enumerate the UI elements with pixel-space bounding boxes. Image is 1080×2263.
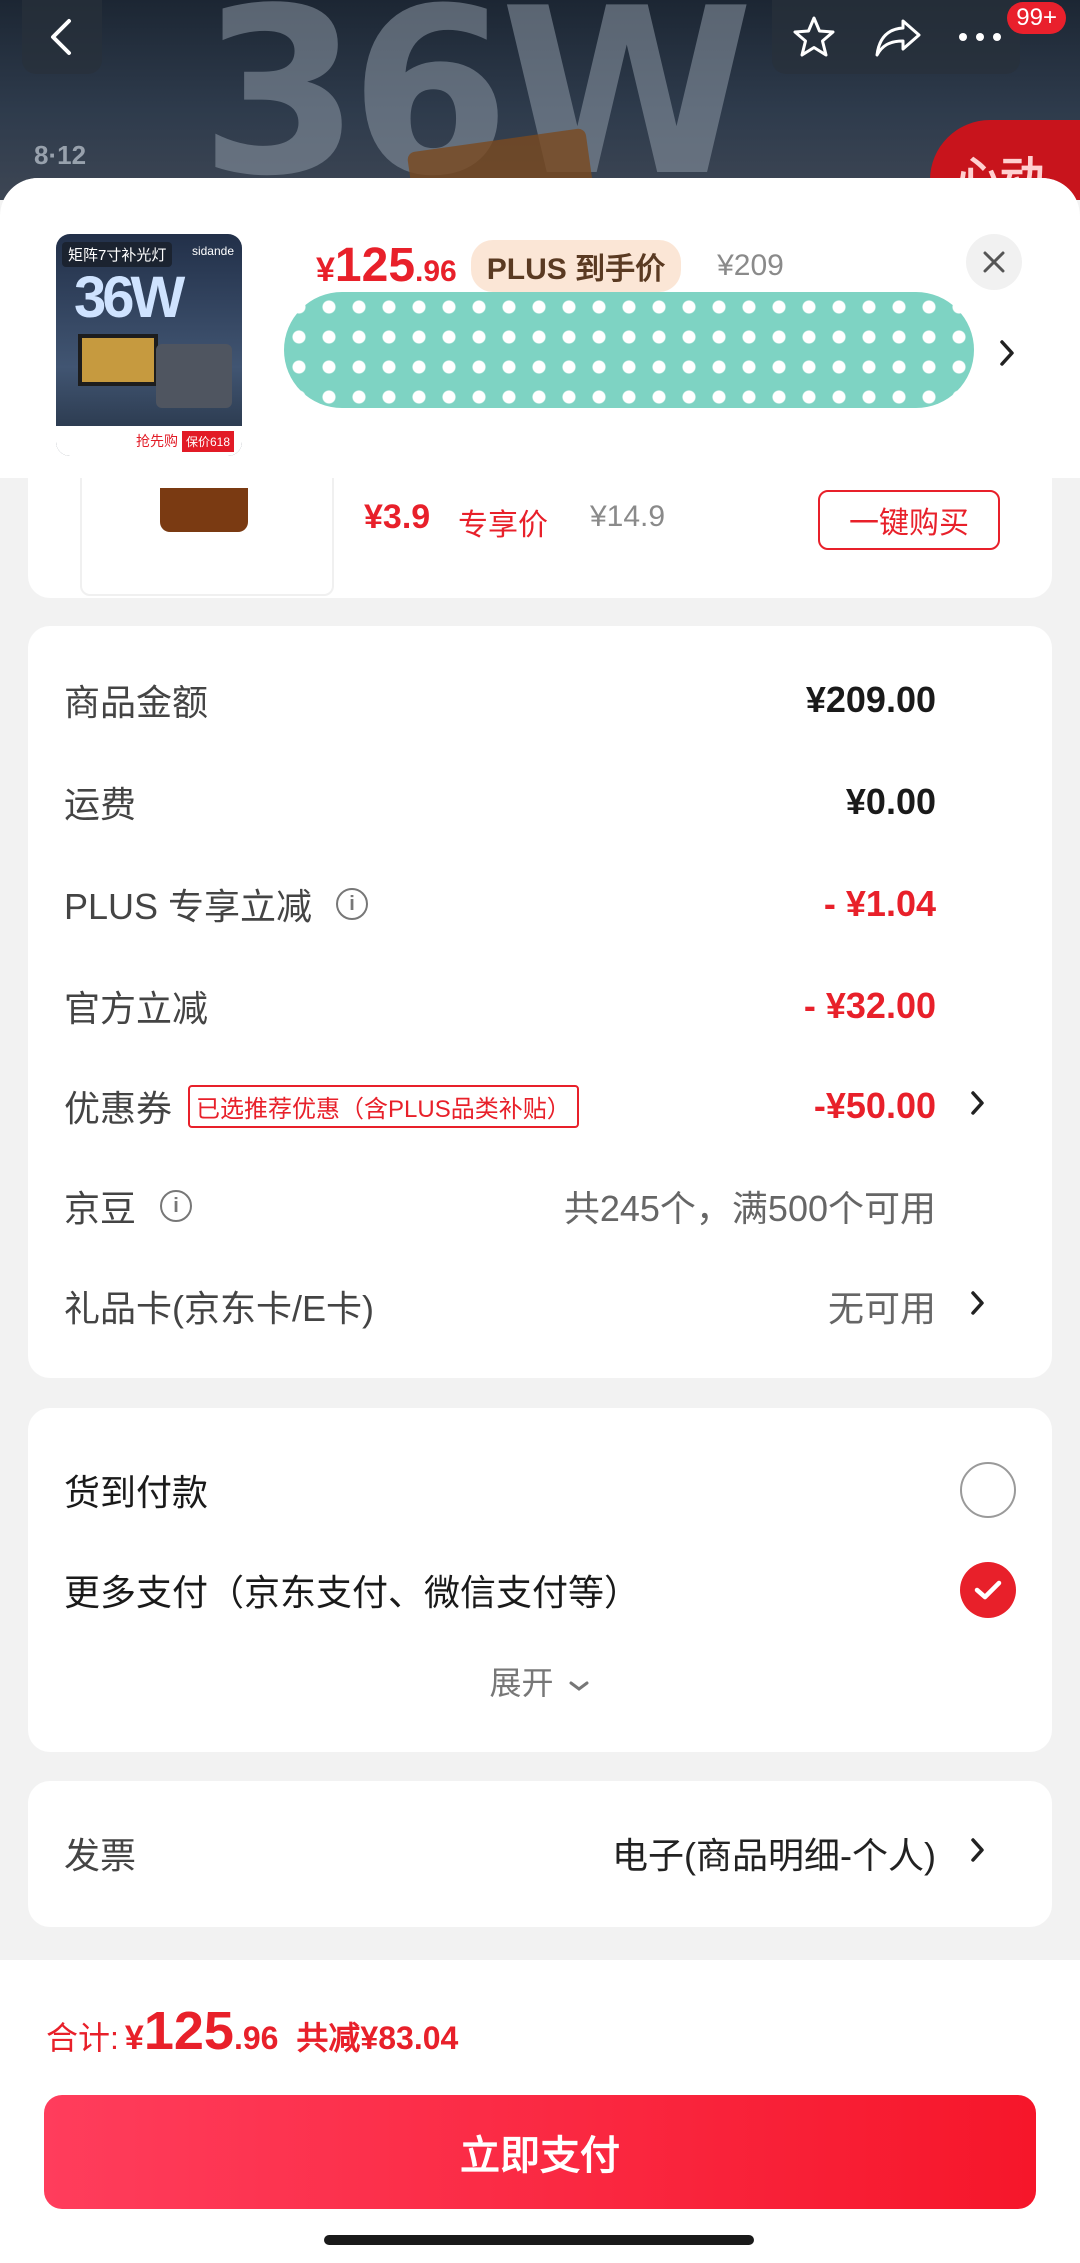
price-details-card: 商品金额 ¥209.00 运费 ¥0.00 PLUS 专享立减 i - ¥1.0…: [28, 626, 1052, 1378]
banner-date: 8·12: [34, 140, 87, 170]
expand-payment-options[interactable]: 展开: [28, 1658, 1052, 1704]
total-saved: 共减¥83.04: [296, 2020, 459, 2056]
detail-row-jingdou: 京豆 i 共245个，满500个可用: [64, 1176, 1016, 1236]
home-indicator: [324, 2235, 754, 2245]
pay-now-button[interactable]: 立即支付: [44, 2095, 1036, 2209]
detail-value: ¥0.00: [845, 781, 936, 822]
price-decimal: .96: [415, 255, 457, 288]
invoice-card[interactable]: 发票 电子(商品明细-个人): [28, 1781, 1052, 1927]
chevron-down-icon: [569, 1681, 589, 1691]
product-thumbnail[interactable]: 矩阵7寸补光灯 sidande 36W 抢先购 保价618: [56, 234, 242, 456]
detail-row-official-discount: 官方立减 - ¥32.00: [64, 976, 1016, 1036]
detail-value: -¥50.00: [813, 1085, 936, 1126]
favorite-button[interactable]: [790, 13, 838, 61]
total-label: 合计:: [46, 2020, 119, 2056]
back-arrow-icon: [51, 19, 71, 55]
detail-label: 京豆 i: [64, 1180, 193, 1232]
recommend-price: ¥3.9: [364, 498, 431, 536]
total-decimal: .96: [233, 2020, 279, 2056]
total-currency: ¥: [124, 2019, 144, 2057]
chevron-right-icon: [971, 1291, 984, 1315]
detail-label-text: PLUS 专享立减: [64, 886, 313, 927]
original-price: ¥209: [717, 248, 784, 282]
detail-label: 商品金额: [64, 682, 209, 723]
thumb-headline: 36W: [74, 265, 185, 330]
detail-row-goods-amount: 商品金额 ¥209.00: [64, 670, 1016, 730]
payment-card: 货到付款 更多支付（京东支付、微信支付等） 展开: [28, 1408, 1052, 1752]
detail-value: 共245个，满500个可用: [563, 1188, 936, 1229]
header-actions: [772, 0, 1020, 74]
plus-price-tag: PLUS 到手价: [470, 239, 682, 292]
star-icon: [793, 16, 835, 57]
detail-row-gift-card[interactable]: 礼品卡(京东卡/E卡) 无可用: [64, 1276, 1016, 1336]
gift-card-chevron[interactable]: [970, 1288, 986, 1323]
payment-option-label: 货到付款: [64, 1472, 209, 1513]
product-banner: 36W 8·12 心动 99+: [0, 0, 1080, 200]
price-currency: ¥: [316, 251, 335, 289]
total-integer: 125: [143, 2001, 234, 2061]
back-button[interactable]: [22, 0, 102, 74]
recommend-price-label: 专享价: [458, 509, 548, 542]
checkout-footer: 合计: ¥ 125 .96 共减¥83.04 立即支付: [0, 1960, 1080, 2263]
invoice-label: 发票: [64, 1835, 137, 1876]
detail-row-plus-discount: PLUS 专享立减 i - ¥1.04: [64, 874, 1016, 934]
checkout-page: 36W 8·12 心动 99+ ¥3.9 专享价 ¥14.9 一键购买 矩阵7寸…: [0, 0, 1080, 2263]
close-button[interactable]: [966, 234, 1022, 290]
radio-checked[interactable]: [960, 1562, 1016, 1618]
order-total: 合计: ¥ 125 .96 共减¥83.04: [46, 2000, 458, 2062]
share-icon: [875, 19, 921, 57]
detail-label-text: 优惠券: [64, 1088, 173, 1129]
detail-label: 运费: [64, 784, 137, 825]
chevron-right-icon: [971, 1838, 984, 1862]
payment-option-label: 更多支付（京东支付、微信支付等）: [64, 1572, 641, 1613]
payment-option-more[interactable]: 更多支付（京东支付、微信支付等）: [64, 1560, 1016, 1620]
chevron-right-icon: [971, 1091, 984, 1115]
address-chevron[interactable]: [998, 338, 1016, 373]
thumb-light-head: [156, 344, 232, 408]
thumb-badge-rush: 抢先购: [135, 433, 178, 449]
one-click-buy-button[interactable]: 一键购买: [818, 490, 1000, 550]
recommend-original-price: ¥14.9: [590, 500, 666, 533]
expand-label: 展开: [489, 1665, 554, 1701]
thumb-brand: sidande: [191, 244, 234, 258]
more-dots-icon: [959, 33, 1002, 41]
payment-option-cod[interactable]: 货到付款: [64, 1460, 1016, 1520]
close-icon: [983, 251, 1005, 273]
bottle-image: [160, 488, 248, 532]
checkmark-icon: [974, 1580, 1002, 1600]
invoice-value: 电子(商品明细-个人): [612, 1835, 936, 1876]
detail-label-text: 京豆: [64, 1188, 137, 1229]
detail-label: PLUS 专享立减 i: [64, 878, 369, 930]
chevron-right-icon: [1000, 340, 1014, 366]
info-icon[interactable]: i: [160, 1190, 193, 1222]
order-sheet: ¥3.9 专享价 ¥14.9 一键购买 矩阵7寸补光灯 sidande 36W …: [0, 178, 1080, 2008]
detail-value: 无可用: [827, 1288, 936, 1329]
thumb-light-panel: [78, 334, 158, 386]
redacted-address: [284, 292, 974, 408]
detail-value: - ¥1.04: [823, 883, 936, 924]
detail-value: ¥209.00: [805, 679, 936, 720]
detail-label: 礼品卡(京东卡/E卡): [64, 1288, 374, 1329]
notification-badge: 99+: [1007, 2, 1066, 34]
product-summary-header: 矩阵7寸补光灯 sidande 36W 抢先购 保价618 ¥ 125 .96 …: [0, 178, 1080, 478]
detail-row-shipping: 运费 ¥0.00: [64, 772, 1016, 832]
detail-label: 优惠券 已选推荐优惠（含PLUS品类补贴）: [64, 1080, 579, 1132]
price-integer: 125: [334, 239, 416, 292]
share-button[interactable]: [873, 15, 923, 59]
invoice-chevron[interactable]: [970, 1835, 986, 1870]
more-button[interactable]: [958, 32, 1002, 42]
detail-label: 官方立减: [64, 988, 209, 1029]
info-icon[interactable]: i: [336, 888, 369, 920]
detail-row-coupon[interactable]: 优惠券 已选推荐优惠（含PLUS品类补贴） -¥50.00: [64, 1076, 1016, 1136]
detail-value: - ¥32.00: [803, 985, 936, 1026]
radio-unchecked[interactable]: [960, 1462, 1016, 1518]
coupon-chevron[interactable]: [970, 1088, 986, 1123]
price-row: ¥ 125 .96 PLUS 到手价 ¥209: [316, 238, 784, 293]
thumb-badge-price-protect: 保价618: [181, 430, 234, 452]
thumb-footer: 抢先购 保价618: [56, 426, 242, 456]
coupon-tag: 已选推荐优惠（含PLUS品类补贴）: [188, 1084, 579, 1128]
product-price: ¥ 125 .96: [316, 238, 457, 293]
invoice-row[interactable]: 发票 电子(商品明细-个人): [64, 1823, 1016, 1883]
